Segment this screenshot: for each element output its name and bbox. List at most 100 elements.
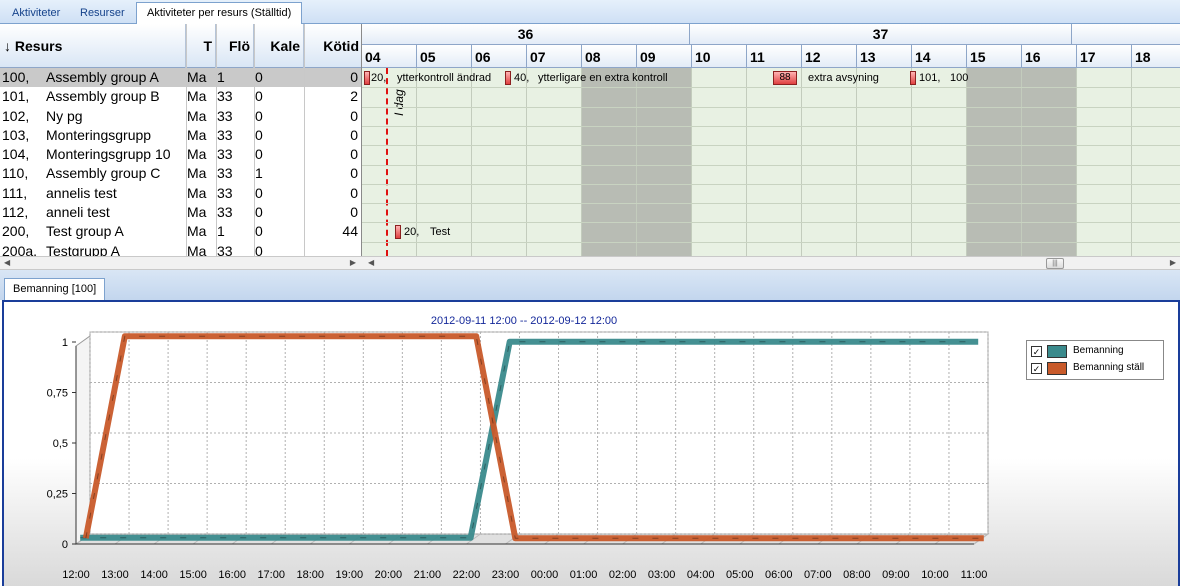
activity-marker[interactable]: 88 bbox=[773, 71, 797, 85]
activity-label[interactable]: 20, bbox=[404, 226, 419, 238]
column-header-resurs[interactable]: ↓ Resurs bbox=[0, 24, 186, 68]
week-header-37: 37 bbox=[690, 24, 1072, 45]
activity-marker[interactable] bbox=[395, 225, 401, 239]
column-header-kotid[interactable]: Kötid bbox=[304, 24, 361, 68]
legend-checkbox[interactable]: ✓ bbox=[1031, 363, 1042, 374]
activity-label[interactable]: 100 bbox=[950, 72, 968, 84]
table-row[interactable]: 102, Ny pg Ma 33 0 0 bbox=[0, 107, 361, 126]
row-gridline bbox=[362, 164, 1180, 166]
column-divider bbox=[186, 24, 187, 256]
tab-resurser[interactable]: Resurser bbox=[70, 3, 135, 24]
cell-flo: 33 bbox=[217, 146, 233, 163]
tab-bemanning[interactable]: Bemanning [100] bbox=[4, 278, 106, 300]
cell-flo: 33 bbox=[217, 165, 233, 182]
row-gridline bbox=[362, 183, 1180, 185]
cell-t: Ma bbox=[187, 242, 207, 256]
cell-kotid: 44 bbox=[342, 223, 358, 240]
x-tick-label: 06:00 bbox=[765, 569, 793, 581]
row-gridline bbox=[362, 125, 1180, 127]
scroll-right-icon[interactable]: ▶ bbox=[1170, 258, 1176, 267]
table-row[interactable]: 104, Monteringsgrupp 10 Ma 33 0 0 bbox=[0, 145, 361, 164]
day-header-09: 09 bbox=[637, 45, 692, 68]
activity-label[interactable]: extra avsyning bbox=[808, 72, 879, 84]
activity-label[interactable]: 101, bbox=[919, 72, 940, 84]
x-tick-label: 19:00 bbox=[336, 569, 364, 581]
cell-t: Ma bbox=[187, 223, 207, 240]
activity-label[interactable]: 20, bbox=[371, 72, 386, 84]
cell-name: Ny pg bbox=[46, 107, 83, 124]
day-header-13: 13 bbox=[857, 45, 912, 68]
day-header-07: 07 bbox=[527, 45, 582, 68]
day-column bbox=[747, 68, 802, 256]
cell-flo: 1 bbox=[217, 223, 225, 240]
activity-marker[interactable] bbox=[910, 71, 916, 85]
scroll-left-icon[interactable]: ◀ bbox=[4, 258, 10, 267]
resource-table-hscrollbar[interactable]: ◀ ▶ bbox=[0, 256, 362, 270]
x-tick-label: 05:00 bbox=[726, 569, 754, 581]
activity-marker[interactable] bbox=[505, 71, 511, 85]
row-gridline bbox=[362, 203, 1180, 205]
table-row[interactable]: 200a, Testgrupp A Ma 33 0 bbox=[0, 242, 361, 256]
cell-t: Ma bbox=[187, 165, 207, 182]
x-tick-label: 17:00 bbox=[257, 569, 285, 581]
cell-name: Assembly group B bbox=[46, 88, 160, 105]
table-row[interactable]: 111, annelis test Ma 33 0 0 bbox=[0, 184, 361, 203]
tab-aktiviteter-per-resurs[interactable]: Aktiviteter per resurs (Ställtid) bbox=[136, 2, 303, 25]
tab-aktiviteter[interactable]: Aktiviteter bbox=[2, 3, 70, 24]
scroll-left-icon[interactable]: ◀ bbox=[368, 258, 374, 267]
cell-kale: 0 bbox=[255, 146, 263, 163]
activity-label[interactable]: ytterligare en extra kontroll bbox=[538, 72, 668, 84]
cell-id: 200a, bbox=[2, 242, 38, 256]
cell-kotid bbox=[305, 243, 358, 256]
gantt-hscrollbar[interactable]: ◀ ||| ▶ bbox=[362, 256, 1180, 270]
x-tick-label: 11:00 bbox=[961, 569, 988, 581]
activity-marker[interactable] bbox=[364, 71, 370, 85]
cell-id: 112, bbox=[2, 204, 29, 221]
main-tabstrip: Aktiviteter Resurser Aktiviteter per res… bbox=[0, 0, 1180, 25]
cell-t: Ma bbox=[187, 69, 207, 85]
cell-id: 200, bbox=[2, 223, 30, 240]
table-row[interactable]: 100, Assembly group A Ma 1 0 0 bbox=[0, 68, 361, 88]
scroll-thumb[interactable]: ||| bbox=[1046, 258, 1064, 269]
x-tick-label: 16:00 bbox=[218, 569, 246, 581]
cell-name: Testgrupp A bbox=[46, 242, 120, 256]
table-row[interactable]: 110, Assembly group C Ma 33 1 0 bbox=[0, 164, 361, 183]
legend-checkbox[interactable]: ✓ bbox=[1031, 346, 1042, 357]
day-header-10: 10 bbox=[692, 45, 747, 68]
cell-kotid: 0 bbox=[350, 69, 358, 85]
cell-kotid: 0 bbox=[350, 146, 358, 163]
bottom-tabstrip: Bemanning [100] bbox=[0, 270, 1180, 300]
activity-label[interactable]: ytterkontroll ändrad bbox=[397, 72, 491, 84]
day-column bbox=[692, 68, 747, 256]
cell-name: Assembly group C bbox=[46, 165, 161, 182]
activity-label[interactable]: 40, bbox=[514, 72, 529, 84]
cell-kale: 0 bbox=[255, 223, 263, 240]
day-header-14: 14 bbox=[912, 45, 967, 68]
x-tick-label: 18:00 bbox=[296, 569, 324, 581]
x-tick-label: 09:00 bbox=[882, 569, 910, 581]
gantt-body[interactable]: I dag 20, ytterkontroll ändrad 40, ytter… bbox=[362, 68, 1180, 256]
cell-kale: 0 bbox=[255, 204, 263, 221]
cell-flo: 33 bbox=[217, 126, 233, 143]
column-header-flo[interactable]: Flö bbox=[216, 24, 254, 68]
cell-kotid: 0 bbox=[350, 204, 358, 221]
cell-t: Ma bbox=[187, 126, 207, 143]
table-row[interactable]: 101, Assembly group B Ma 33 0 2 bbox=[0, 87, 361, 106]
legend-swatch bbox=[1047, 345, 1067, 358]
table-row[interactable]: 200, Test group A Ma 1 0 44 bbox=[0, 222, 361, 241]
column-header-t[interactable]: T bbox=[186, 24, 216, 68]
cell-id: 102, bbox=[2, 107, 30, 124]
scroll-right-icon[interactable]: ▶ bbox=[350, 258, 356, 267]
x-tick-label: 15:00 bbox=[179, 569, 207, 581]
x-tick-label: 12:00 bbox=[62, 569, 90, 581]
cell-flo: 1 bbox=[217, 69, 225, 85]
table-row[interactable]: 103, Monteringsgrupp Ma 33 0 0 bbox=[0, 126, 361, 145]
y-tick-label: 0,5 bbox=[53, 438, 68, 450]
cell-kotid: 0 bbox=[350, 107, 358, 124]
activity-label[interactable]: Test bbox=[430, 226, 450, 238]
table-row[interactable]: 112, anneli test Ma 33 0 0 bbox=[0, 203, 361, 222]
column-header-kale[interactable]: Kale bbox=[254, 24, 304, 68]
x-tick-label: 08:00 bbox=[843, 569, 871, 581]
cell-flo: 33 bbox=[217, 88, 233, 105]
cell-name: anneli test bbox=[46, 204, 110, 221]
